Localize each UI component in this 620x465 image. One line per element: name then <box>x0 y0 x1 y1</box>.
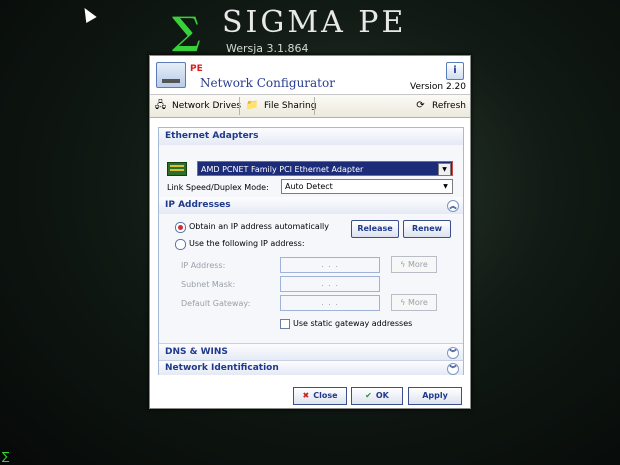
start-sigma-icon[interactable]: ∑ <box>2 450 9 463</box>
info-button[interactable]: i <box>446 62 464 80</box>
brand-title: SIGMA PE <box>222 5 407 40</box>
check-icon: ✔ <box>365 391 372 400</box>
subnet-mask-field[interactable]: . . . <box>280 276 380 292</box>
chevron-down-icon[interactable]: ▼ <box>438 163 451 176</box>
folder-icon: 📁 <box>246 100 259 111</box>
toolbar-divider <box>314 97 315 115</box>
network-card-icon <box>167 162 187 176</box>
auto-ip-label: Obtain an IP address automatically <box>189 222 330 231</box>
close-button[interactable]: ✖ Close <box>293 387 347 405</box>
ip-address-field[interactable]: . . . <box>280 257 380 273</box>
auto-ip-radio[interactable] <box>175 222 186 233</box>
collapse-icon[interactable]: ︽ <box>447 200 459 212</box>
dns-wins-header[interactable]: DNS & WINS ︾ <box>159 343 463 361</box>
mouse-cursor <box>79 4 97 24</box>
refresh-icon: ⟳ <box>416 100 425 111</box>
network-configurator-window: PE Network Configurator i Version 2.20 🖧… <box>149 55 471 409</box>
window-header: PE Network Configurator i Version 2.20 <box>150 56 470 95</box>
adapter-select[interactable]: AMD PCNET Family PCI Ethernet Adapter ▼ <box>197 161 453 176</box>
ok-button[interactable]: ✔ OK <box>351 387 403 405</box>
static-gateway-label: Use static gateway addresses <box>293 319 413 328</box>
more-ip-button[interactable]: ϟ More <box>391 256 437 273</box>
network-drive-icon: 🖧 <box>154 100 167 111</box>
manual-ip-label: Use the following IP address: <box>189 239 305 248</box>
network-computer-icon <box>156 62 186 88</box>
link-speed-label: Link Speed/Duplex Mode: <box>167 183 269 192</box>
ip-addresses-header[interactable]: IP Addresses ︽ <box>159 197 463 214</box>
default-gateway-label: Default Gateway: <box>181 299 251 308</box>
app-version: Version 2.20 <box>410 82 466 92</box>
file-sharing-label: File Sharing <box>264 101 317 111</box>
manual-ip-radio[interactable] <box>175 239 186 250</box>
sigma-logo: ∑ <box>172 8 201 53</box>
close-icon: ✖ <box>302 391 310 400</box>
subnet-mask-label: Subnet Mask: <box>181 280 236 289</box>
app-title: Network Configurator <box>200 76 335 90</box>
chevron-down-icon[interactable]: ▼ <box>440 181 451 192</box>
ethernet-adapters-header: Ethernet Adapters <box>159 128 463 145</box>
refresh-label: Refresh <box>432 101 466 111</box>
lightning-icon: ϟ <box>400 260 408 269</box>
network-drives-button[interactable]: 🖧 Network Drives <box>154 98 241 114</box>
expand-icon[interactable]: ︾ <box>447 363 459 375</box>
toolbar-divider <box>239 97 240 115</box>
link-speed-value: Auto Detect <box>285 182 333 191</box>
static-gateway-checkbox[interactable] <box>280 319 290 329</box>
file-sharing-button[interactable]: 📁 File Sharing <box>246 98 316 114</box>
settings-panel: Ethernet Adapters AMD PCNET Family PCI E… <box>158 127 464 375</box>
network-drives-label: Network Drives <box>172 101 242 111</box>
network-identification-header[interactable]: Network Identification ︾ <box>159 360 463 375</box>
default-gateway-field[interactable]: . . . <box>280 295 380 311</box>
release-button[interactable]: Release <box>351 220 399 238</box>
adapter-value: AMD PCNET Family PCI Ethernet Adapter <box>201 165 364 174</box>
ip-address-label: IP Address: <box>181 261 226 270</box>
more-gateway-button[interactable]: ϟ More <box>391 294 437 311</box>
lightning-icon: ϟ <box>400 298 408 307</box>
toolbar: 🖧 Network Drives 📁 File Sharing ⟳ Refres… <box>150 95 470 118</box>
brand-version: Wersja 3.1.864 <box>226 42 309 55</box>
refresh-button[interactable]: ⟳ Refresh <box>414 98 466 114</box>
pe-label: PE <box>190 64 203 74</box>
renew-button[interactable]: Renew <box>403 220 451 238</box>
expand-icon[interactable]: ︾ <box>447 347 459 359</box>
apply-button[interactable]: Apply <box>408 387 462 405</box>
link-speed-select[interactable]: Auto Detect ▼ <box>281 179 453 194</box>
